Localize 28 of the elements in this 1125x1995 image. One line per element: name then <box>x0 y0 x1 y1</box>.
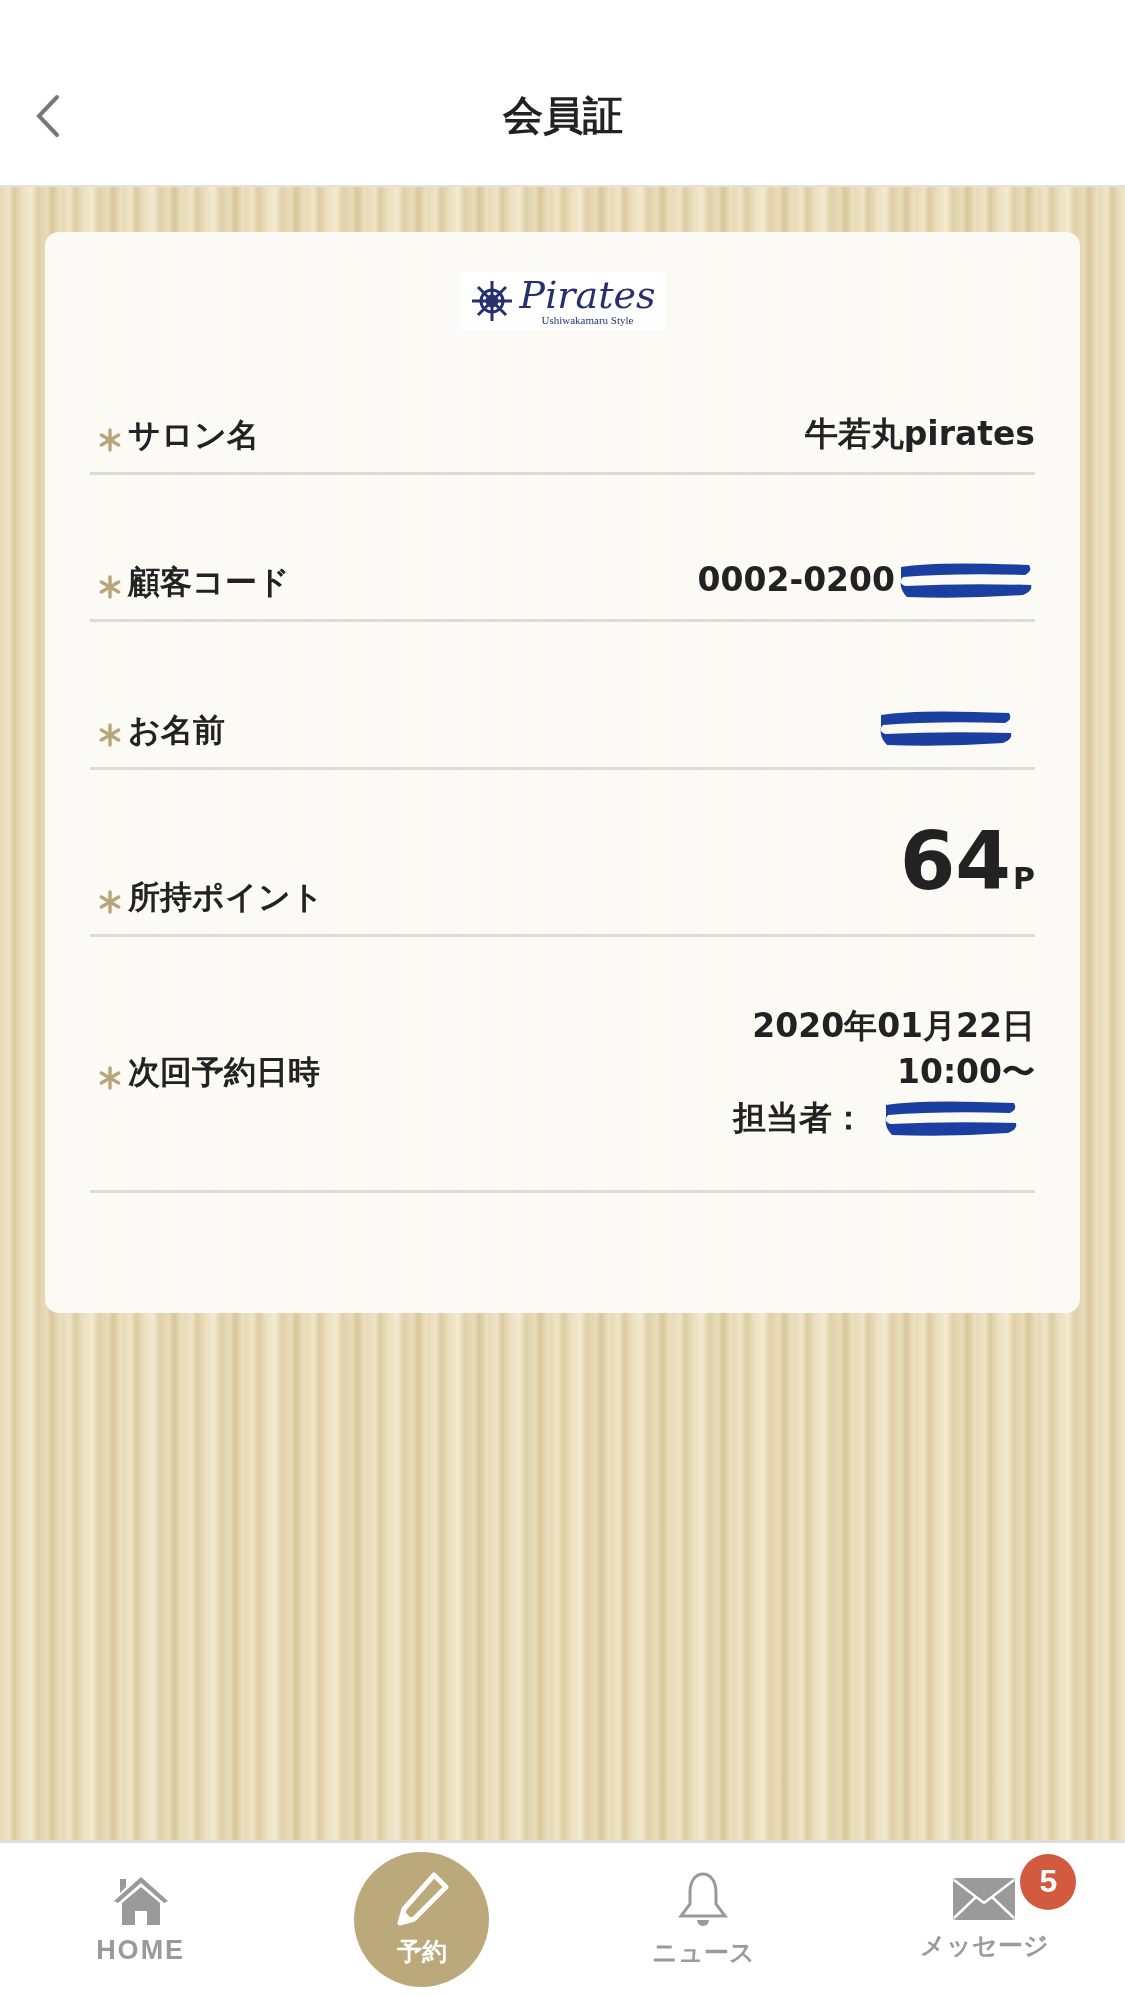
tab-button[interactable]: ニュース <box>603 1851 804 1987</box>
notification-badge: 5 <box>1020 1853 1077 1910</box>
field-label: お名前 <box>128 710 225 749</box>
field-label: 次回予約日時 <box>128 1053 320 1092</box>
envelope-icon <box>952 1876 1017 1921</box>
ship-wheel-icon <box>469 279 514 323</box>
tab-button[interactable]: HOME <box>40 1851 241 1987</box>
tab-button[interactable]: 予約 <box>354 1851 490 1987</box>
points-unit: P <box>1013 861 1035 896</box>
asterisk-icon <box>98 575 122 599</box>
asterisk-icon <box>98 428 122 452</box>
logo-name: Pirates <box>519 276 656 314</box>
field-value: 0002-0200 <box>697 560 895 600</box>
asterisk-icon <box>98 890 122 914</box>
chevron-left-icon <box>35 94 61 138</box>
field-label: サロン名 <box>128 415 259 454</box>
page-title: 会員証 <box>502 91 623 140</box>
field-label: 所持ポイント <box>128 877 324 916</box>
tab-button[interactable]: メッセージ 5 <box>884 1851 1085 1987</box>
asterisk-icon <box>98 723 122 747</box>
reservation-date: 2020年01月22日 <box>752 1005 1035 1046</box>
asterisk-icon <box>98 1065 122 1090</box>
field-label: 顧客コード <box>128 562 290 601</box>
reservation-time: 10:00〜 <box>896 1051 1035 1092</box>
field-value: 牛若丸pirates <box>804 414 1035 454</box>
logo-tagline: Ushiwakamaru Style <box>541 314 634 326</box>
points-value: 64 <box>899 822 1011 902</box>
staff-label: 担当者： <box>733 1098 865 1138</box>
